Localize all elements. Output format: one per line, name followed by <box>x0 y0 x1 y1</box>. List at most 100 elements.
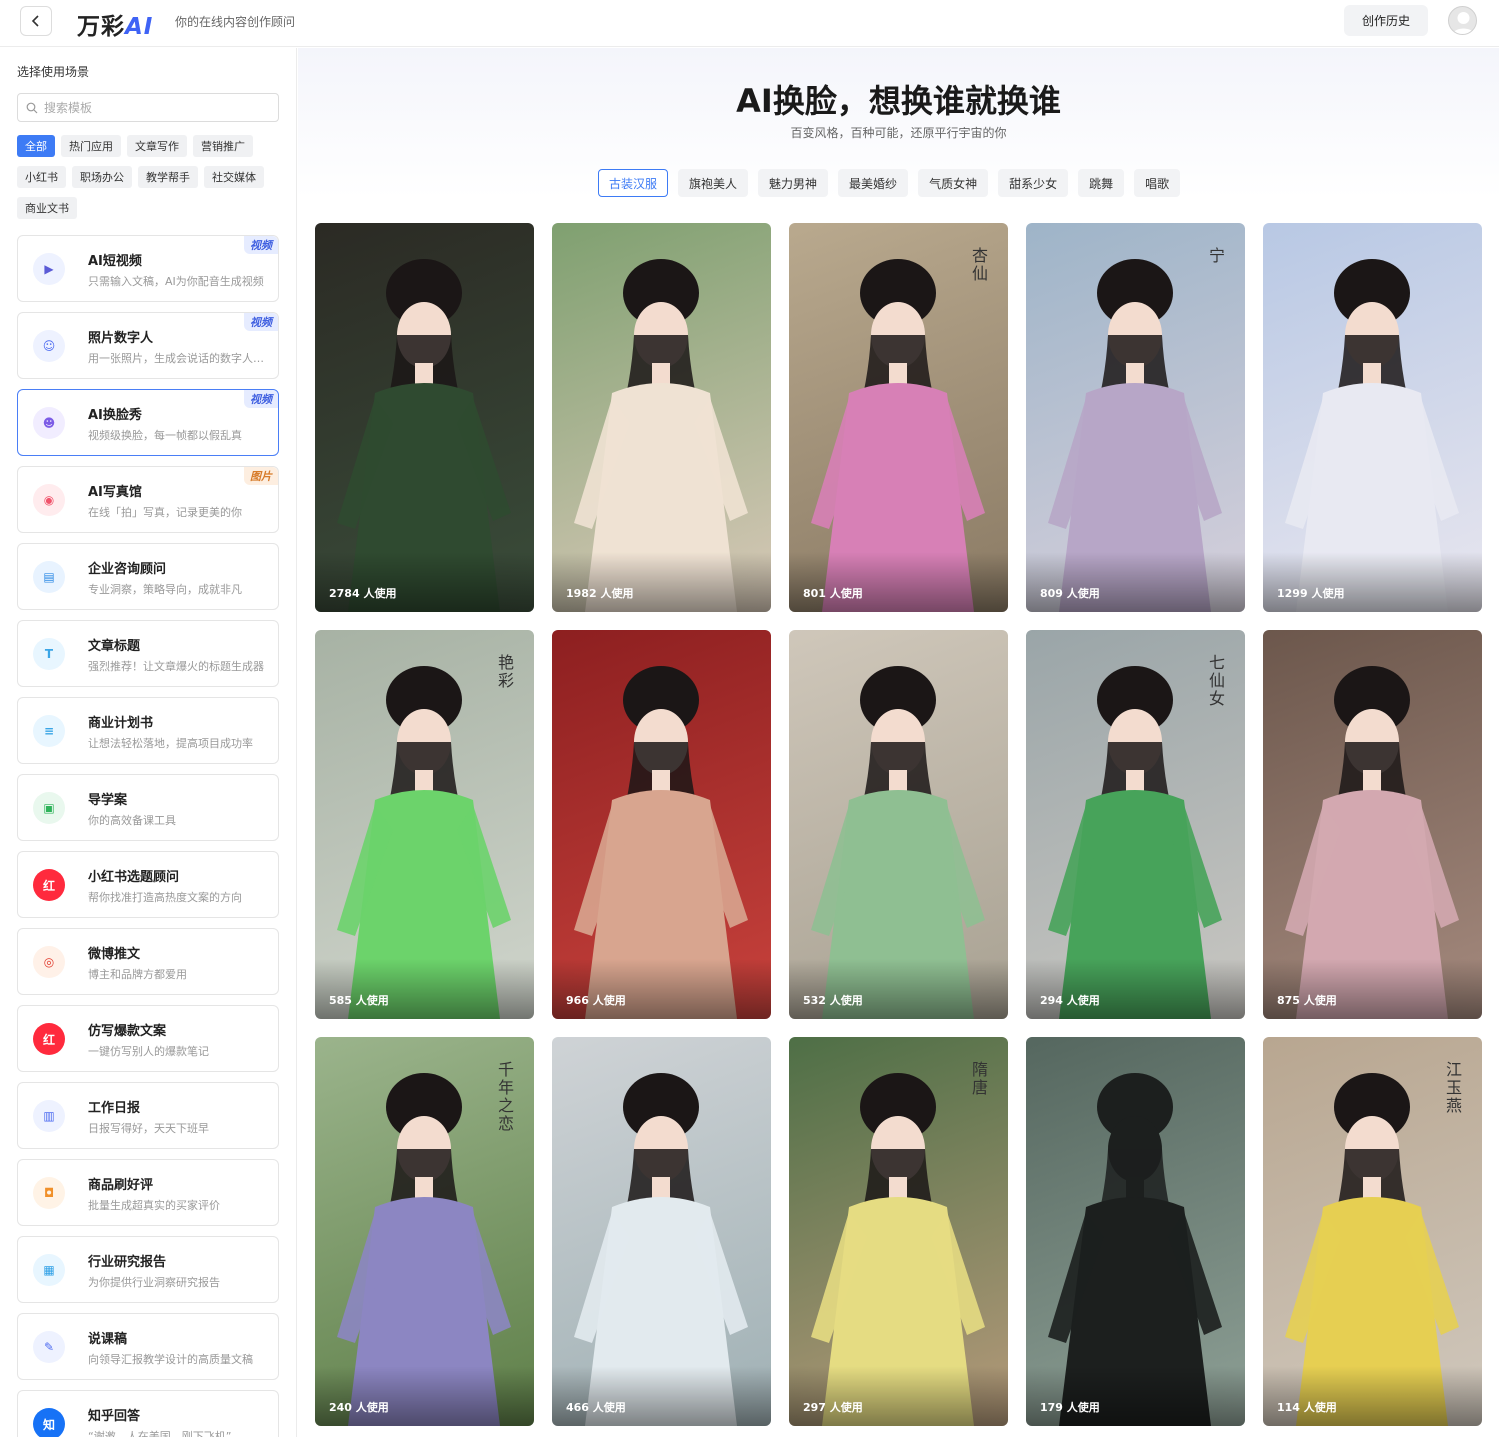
scenario-card[interactable]: ▥ 工作日报 日报写得好，天天下班早 <box>17 1082 279 1149</box>
scenario-card[interactable]: 知 知乎回答 “谢邀，人在美国，刚下飞机” <box>17 1390 279 1437</box>
filter-tag[interactable]: 全部 <box>17 135 55 157</box>
category-tab[interactable]: 魅力男神 <box>758 169 829 197</box>
usage-count: 240 人使用 <box>329 1401 389 1414</box>
template-tile[interactable]: 七仙女 294 人使用 <box>1026 630 1245 1019</box>
template-tile[interactable]: 466 人使用 <box>552 1037 771 1426</box>
card-title: 说课稿 <box>88 1332 128 1347</box>
category-tab[interactable]: 唱歌 <box>1134 169 1181 197</box>
creation-history-button[interactable]: 创作历史 <box>1344 5 1428 36</box>
filter-tag[interactable]: 热门应用 <box>61 135 121 157</box>
scenario-card[interactable]: ◉ AI写真馆 在线「拍」写真，记录更美的你 图片 <box>17 466 279 533</box>
filter-tag[interactable]: 职场办公 <box>72 166 132 188</box>
tile-calligraphy-text: 隋唐 <box>969 1061 988 1097</box>
card-title: 仿写爆款文案 <box>88 1024 167 1039</box>
usage-count: 294 人使用 <box>1040 994 1100 1007</box>
tile-shade <box>1263 959 1482 1019</box>
card-description: 你的高效备课工具 <box>88 814 176 827</box>
tile-shade <box>552 959 771 1019</box>
tile-shade <box>789 959 1008 1019</box>
category-tab[interactable]: 旗袍美人 <box>678 169 749 197</box>
template-tile[interactable]: 179 人使用 <box>1026 1037 1245 1426</box>
scenario-card[interactable]: ≡ 商业计划书 让想法轻松落地，提高项目成功率 <box>17 697 279 764</box>
filter-tag[interactable]: 小红书 <box>17 166 66 188</box>
usage-count: 809 人使用 <box>1040 587 1100 600</box>
research-icon: ▦ <box>33 1254 65 1286</box>
category-tab[interactable]: 最美婚纱 <box>838 169 909 197</box>
scenario-card[interactable]: ▶ AI短视频 只需输入文稿，AI为你配音生成视频 视频 <box>17 235 279 302</box>
template-tile[interactable]: 1299 人使用 <box>1263 223 1482 612</box>
scenario-card[interactable]: ▤ 企业咨询顾问 专业洞察，策略导向，成就非凡 <box>17 543 279 610</box>
template-tile[interactable]: 千年之恋 240 人使用 <box>315 1037 534 1426</box>
tile-shade <box>552 1366 771 1426</box>
bag-icon: ◘ <box>33 1177 65 1209</box>
tile-shade <box>315 1366 534 1426</box>
card-description: 用一张照片，生成会说话的数字人视... <box>88 352 273 365</box>
template-tile[interactable]: 艳彩 585 人使用 <box>315 630 534 1019</box>
face-icon: ☻ <box>33 407 65 439</box>
usage-count: 966 人使用 <box>566 994 626 1007</box>
scenario-card[interactable]: 红 小红书选题顾问 帮你找准打造高热度文案的方向 <box>17 851 279 918</box>
scenario-card[interactable]: ☻ AI换脸秀 视频级换脸，每一帧都以假乱真 视频 <box>17 389 279 456</box>
card-description: 专业洞察，策略导向，成就非凡 <box>88 583 242 596</box>
scenario-card[interactable]: ▦ 行业研究报告 为你提供行业洞察研究报告 <box>17 1236 279 1303</box>
filter-tag[interactable]: 商业文书 <box>17 197 77 219</box>
user-avatar[interactable] <box>1448 6 1477 35</box>
usage-count: 179 人使用 <box>1040 1401 1100 1414</box>
card-title: 行业研究报告 <box>88 1255 167 1270</box>
tile-shade <box>315 552 534 612</box>
tile-shade <box>1263 1366 1482 1426</box>
tile-calligraphy-text: 杏仙 <box>969 247 988 283</box>
scenario-card[interactable]: ✎ 说课稿 向领导汇报教学设计的高质量文稿 <box>17 1313 279 1380</box>
tile-shade <box>789 552 1008 612</box>
tile-shade <box>1026 552 1245 612</box>
camera-icon: ◉ <box>33 484 65 516</box>
template-tile[interactable]: 1982 人使用 <box>552 223 771 612</box>
card-title: AI短视频 <box>88 254 142 269</box>
scenario-card[interactable]: ◎ 微博推文 博主和品牌方都爱用 <box>17 928 279 995</box>
card-title: 小红书选题顾问 <box>88 870 180 885</box>
tile-shade <box>1026 1366 1245 1426</box>
filter-tag[interactable]: 教学帮手 <box>138 166 198 188</box>
sidebar: 选择使用场景 全部热门应用文章写作营销推广小红书职场办公教学帮手社交媒体商业文书… <box>0 48 297 1437</box>
page-title: AI换脸，想换谁就换谁 <box>736 82 1061 120</box>
weibo-icon: ◎ <box>33 946 65 978</box>
filter-tag[interactable]: 文章写作 <box>127 135 187 157</box>
template-tile[interactable]: 532 人使用 <box>789 630 1008 1019</box>
template-tile[interactable]: 江玉燕 114 人使用 <box>1263 1037 1482 1426</box>
usage-count: 1982 人使用 <box>566 587 634 600</box>
filter-tag[interactable]: 社交媒体 <box>204 166 264 188</box>
category-tab[interactable]: 甜系少女 <box>998 169 1069 197</box>
chevron-left-icon <box>31 15 39 27</box>
scenario-card[interactable]: ▣ 导学案 你的高效备课工具 <box>17 774 279 841</box>
usage-count: 2784 人使用 <box>329 587 397 600</box>
tile-shade <box>1026 959 1245 1019</box>
template-tile[interactable]: 隋唐 297 人使用 <box>789 1037 1008 1426</box>
template-tile[interactable]: 杏仙 801 人使用 <box>789 223 1008 612</box>
search-input[interactable] <box>44 100 264 115</box>
filter-tag[interactable]: 营销推广 <box>193 135 253 157</box>
card-badge: 图片 <box>244 467 278 485</box>
xiaohongshu-icon: 红 <box>33 869 65 901</box>
template-tile[interactable]: 875 人使用 <box>1263 630 1482 1019</box>
scenario-card[interactable]: 红 仿写爆款文案 一键仿写别人的爆款笔记 <box>17 1005 279 1072</box>
card-title: 商品刷好评 <box>88 1178 154 1193</box>
template-tile[interactable]: 2784 人使用 <box>315 223 534 612</box>
template-tile[interactable]: 宁 809 人使用 <box>1026 223 1245 612</box>
usage-count: 875 人使用 <box>1277 994 1337 1007</box>
usage-count: 801 人使用 <box>803 587 863 600</box>
category-tab[interactable]: 古装汉服 <box>598 169 669 197</box>
app-logo[interactable]: 万彩AI <box>77 7 153 41</box>
category-tab[interactable]: 跳舞 <box>1078 169 1125 197</box>
scenario-card[interactable]: ☺ 照片数字人 用一张照片，生成会说话的数字人视... 视频 <box>17 312 279 379</box>
top-bar: 万彩AI 你的在线内容创作顾问 创作历史 <box>0 0 1499 47</box>
back-button[interactable] <box>20 6 52 36</box>
card-badge: 视频 <box>244 313 278 331</box>
main-content: AI换脸，想换谁就换谁 百变风格，百种可能，还原平行宇宙的你 古装汉服 旗袍美人魅… <box>298 48 1499 1437</box>
search-box[interactable] <box>17 93 279 122</box>
filter-tags: 全部 热门应用 文章写作 营销推广小红书 职场办公 教学帮手 社交媒体商业文书 <box>17 135 287 219</box>
tile-shade <box>315 959 534 1019</box>
category-tab[interactable]: 气质女神 <box>918 169 989 197</box>
scenario-card[interactable]: T 文章标题 强烈推荐！让文章爆火的标题生成器 <box>17 620 279 687</box>
scenario-card[interactable]: ◘ 商品刷好评 批量生成超真实的买家评价 <box>17 1159 279 1226</box>
template-tile[interactable]: 966 人使用 <box>552 630 771 1019</box>
